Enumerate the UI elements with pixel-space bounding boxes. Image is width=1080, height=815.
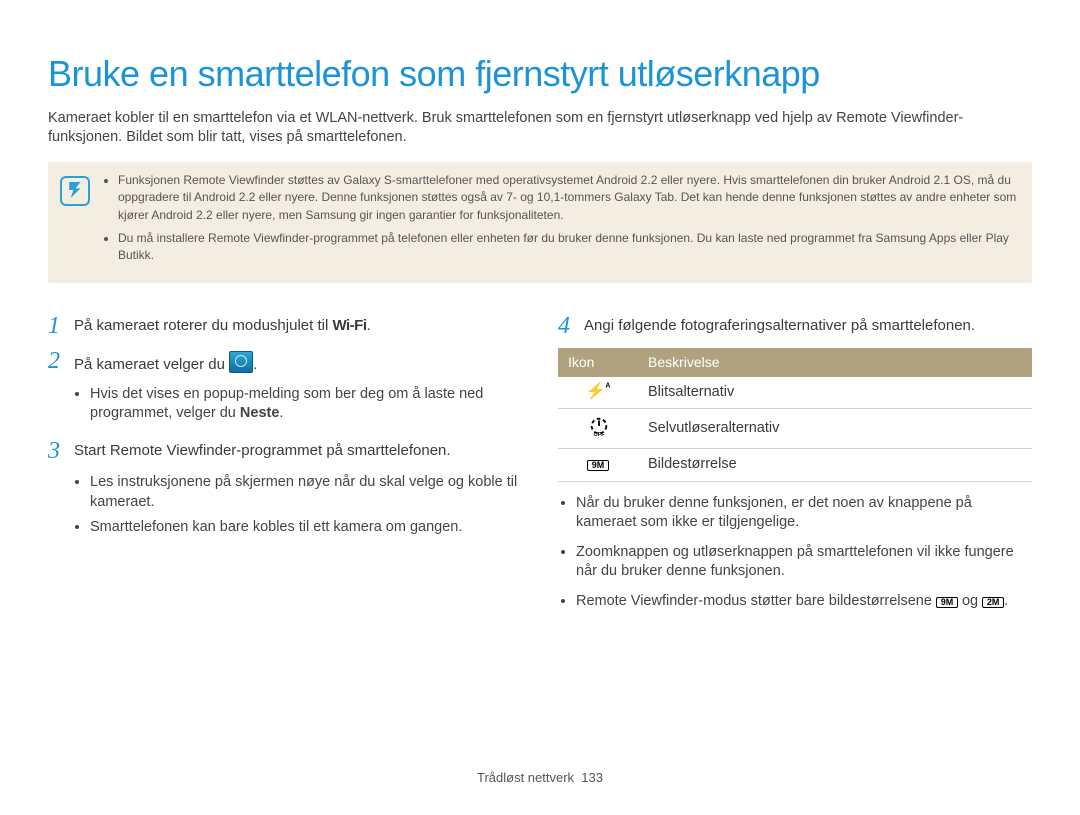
note-box: Funksjonen Remote Viewfinder støttes av … <box>48 162 1032 283</box>
text: På kameraet velger du <box>74 356 229 373</box>
step-2-sublist: Hvis det vises en popup-melding som ber … <box>48 385 522 424</box>
left-column: 1 På kameraet roterer du modushjulet til… <box>48 313 522 622</box>
cell-desc: Bildestørrelse <box>638 449 1032 482</box>
self-timer-icon: OFF <box>588 415 608 435</box>
step-number: 2 <box>48 348 74 375</box>
page-title: Bruke en smarttelefon som fjernstyrt utl… <box>48 50 1032 99</box>
note-item: Funksjonen Remote Viewfinder støttes av … <box>118 172 1018 224</box>
right-column: 4 Angi følgende fotograferingsalternativ… <box>558 313 1032 622</box>
step-4: 4 Angi følgende fotograferingsalternativ… <box>558 313 1032 338</box>
list-item: Når du bruker denne funksjonen, er det n… <box>576 494 1032 533</box>
step-3: 3 Start Remote Viewfinder-programmet på … <box>48 438 522 463</box>
step-text: På kameraet velger du . <box>74 348 522 375</box>
wifi-label: Wi-Fi <box>332 317 366 334</box>
step-1: 1 På kameraet roterer du modushjulet til… <box>48 313 522 338</box>
text: . <box>253 356 257 373</box>
step-2: 2 På kameraet velger du . <box>48 348 522 375</box>
note-icon <box>60 176 90 206</box>
image-size-2m-icon: 2M <box>982 597 1004 608</box>
note-list: Funksjonen Remote Viewfinder støttes av … <box>104 172 1018 265</box>
step-text: Start Remote Viewfinder-programmet på sm… <box>74 438 522 463</box>
cell-desc: Selvutløseralternativ <box>638 409 1032 449</box>
footer-section: Trådløst nettverk <box>477 770 574 785</box>
intro-paragraph: Kameraet kobler til en smarttelefon via … <box>48 109 1032 148</box>
manual-page: Bruke en smarttelefon som fjernstyrt utl… <box>0 0 1080 815</box>
cell-icon: OFF <box>558 409 638 449</box>
svg-text:OFF: OFF <box>594 433 606 438</box>
step-3-sublist: Les instruksjonene på skjermen nøye når … <box>48 473 522 538</box>
col-header-desc: Beskrivelse <box>638 348 1032 377</box>
note-item: Du må installere Remote Viewfinder-progr… <box>118 230 1018 265</box>
text: . <box>279 405 283 421</box>
cell-desc: Blitsalternativ <box>638 377 1032 409</box>
step-number: 1 <box>48 313 74 338</box>
list-item: Remote Viewfinder-modus støtter bare bil… <box>576 592 1032 612</box>
image-size-9m-icon: 9M <box>587 460 609 471</box>
table-header-row: Ikon Beskrivelse <box>558 348 1032 377</box>
step-4-notes: Når du bruker denne funksjonen, er det n… <box>558 494 1032 612</box>
text: . <box>1004 593 1008 609</box>
options-table: Ikon Beskrivelse Blitsalternativ OFF <box>558 348 1032 482</box>
remote-viewfinder-app-icon <box>229 351 253 373</box>
col-header-icon: Ikon <box>558 348 638 377</box>
list-item: Hvis det vises en popup-melding som ber … <box>90 385 522 424</box>
list-item: Zoomknappen og utløserknappen på smartte… <box>576 543 1032 582</box>
footer-page-number: 133 <box>581 770 603 785</box>
list-item: Smarttelefonen kan bare kobles til ett k… <box>90 518 522 538</box>
text: Hvis det vises en popup-melding som ber … <box>90 386 483 422</box>
cell-icon <box>558 377 638 409</box>
list-item: Les instruksjonene på skjermen nøye når … <box>90 473 522 512</box>
step-text: På kameraet roterer du modushjulet til W… <box>74 313 522 338</box>
text: og <box>958 593 982 609</box>
step-text: Angi følgende fotograferingsalternativer… <box>584 313 1032 338</box>
table-row: 9M Bildestørrelse <box>558 449 1032 482</box>
table-row: OFF Selvutløseralternativ <box>558 409 1032 449</box>
text: Remote Viewfinder-modus støtter bare bil… <box>576 593 936 609</box>
content-columns: 1 På kameraet roterer du modushjulet til… <box>48 313 1032 622</box>
page-footer: Trådløst nettverk 133 <box>0 769 1080 787</box>
bold-text: Neste <box>240 405 280 421</box>
text: . <box>367 317 371 334</box>
flash-auto-icon <box>586 383 611 400</box>
step-number: 3 <box>48 438 74 463</box>
table-row: Blitsalternativ <box>558 377 1032 409</box>
step-number: 4 <box>558 313 584 338</box>
text: På kameraet roterer du modushjulet til <box>74 317 332 334</box>
image-size-9m-icon: 9M <box>936 597 958 608</box>
cell-icon: 9M <box>558 449 638 482</box>
